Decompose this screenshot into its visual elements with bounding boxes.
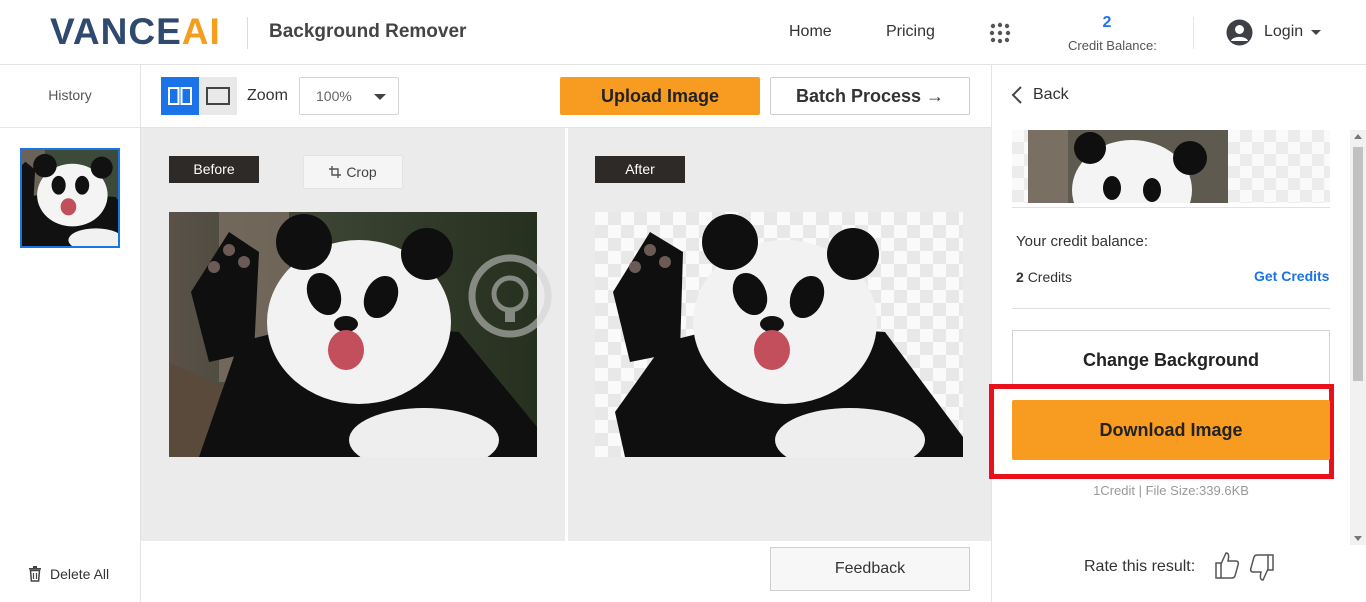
scroll-thumb[interactable] [1353, 147, 1363, 381]
crop-icon [329, 166, 342, 178]
apps-grid-icon[interactable] [989, 22, 1011, 44]
thumbs-up-icon[interactable] [1214, 550, 1240, 580]
credit-balance-label: Credit Balance: [1068, 38, 1157, 53]
history-label: History [48, 87, 92, 103]
app-root: VANCEAI Background Remover Home Pricing … [0, 0, 1366, 602]
panel-divider [1012, 207, 1330, 208]
credit-balance-title: Your credit balance: [1016, 233, 1149, 250]
nav-home-link[interactable]: Home [789, 23, 832, 41]
scroll-up-arrow[interactable] [1354, 134, 1362, 139]
get-credits-link[interactable]: Get Credits [1254, 268, 1329, 284]
logo-accent: AI [181, 11, 221, 52]
panda-cutout-image [613, 214, 963, 457]
upload-image-button[interactable]: Upload Image [560, 77, 760, 115]
panda-original-image [169, 212, 537, 457]
credit-amount: 2 Credits [1016, 269, 1072, 285]
header-divider [247, 17, 248, 49]
file-info: 1Credit | File Size:339.6KB [1093, 483, 1249, 498]
result-preview [1012, 130, 1330, 203]
crop-label: Crop [346, 164, 377, 180]
single-view-icon [206, 87, 230, 105]
back-button[interactable]: Back [1011, 85, 1069, 105]
delete-all-label: Delete All [50, 566, 110, 582]
pane-divider [565, 128, 568, 541]
image-workspace: Before Crop After [141, 128, 991, 541]
zoom-label: Zoom [247, 87, 288, 104]
top-header: VANCEAI Background Remover Home Pricing … [0, 0, 1366, 65]
panda-thumbnail-image [22, 150, 118, 246]
trash-icon [29, 566, 41, 582]
logo-main: VANCE [50, 11, 182, 52]
download-image-button[interactable]: Download Image [1012, 400, 1330, 460]
sidebar-divider [0, 127, 140, 128]
split-view-button[interactable] [161, 77, 199, 115]
feedback-button[interactable]: Feedback [770, 547, 970, 591]
nav-pricing-link[interactable]: Pricing [886, 23, 935, 41]
caret-down-icon[interactable] [1311, 30, 1321, 35]
split-view-icon [168, 87, 192, 105]
chevron-down-icon [374, 94, 386, 100]
crop-button[interactable]: Crop [303, 155, 403, 189]
header-divider-right [1193, 17, 1194, 49]
batch-process-button[interactable]: Batch Process → [770, 77, 970, 115]
credit-amount-unit: Credits [1027, 269, 1073, 285]
rate-label: Rate this result: [1084, 558, 1196, 575]
back-label: Back [1033, 86, 1069, 103]
user-icon[interactable] [1226, 19, 1253, 46]
after-image [595, 212, 963, 457]
credit-amount-number: 2 [1016, 269, 1024, 285]
panel-divider [1012, 308, 1330, 309]
change-background-button[interactable]: Change Background [1012, 330, 1330, 388]
scroll-down-arrow[interactable] [1354, 536, 1362, 541]
login-link[interactable]: Login [1264, 23, 1303, 41]
after-tag: After [595, 156, 685, 183]
credit-balance-count: 2 [1102, 14, 1112, 31]
delete-all-button[interactable]: Delete All [28, 566, 109, 582]
app-title: Background Remover [269, 21, 467, 42]
vanceai-logo[interactable]: VANCEAI [50, 11, 221, 53]
zoom-select[interactable]: 100% [299, 77, 399, 115]
result-panel: Back Your credit balance: 2 Credits Get … [989, 65, 1366, 602]
single-view-button[interactable] [199, 77, 237, 115]
zoom-value: 100% [316, 88, 352, 104]
before-image [169, 212, 537, 457]
editor-toolbar: Zoom 100% Upload Image Batch Process → [141, 65, 991, 128]
result-preview-image [1028, 130, 1228, 203]
back-chevron-icon [1011, 86, 1022, 104]
history-thumbnail[interactable] [20, 148, 120, 248]
history-sidebar: History Delete All [0, 65, 141, 602]
panel-scrollbar[interactable] [1350, 130, 1366, 545]
workspace-footer: Feedback [141, 541, 991, 602]
before-tag: Before [169, 156, 259, 183]
thumbs-down-icon[interactable] [1249, 553, 1275, 583]
